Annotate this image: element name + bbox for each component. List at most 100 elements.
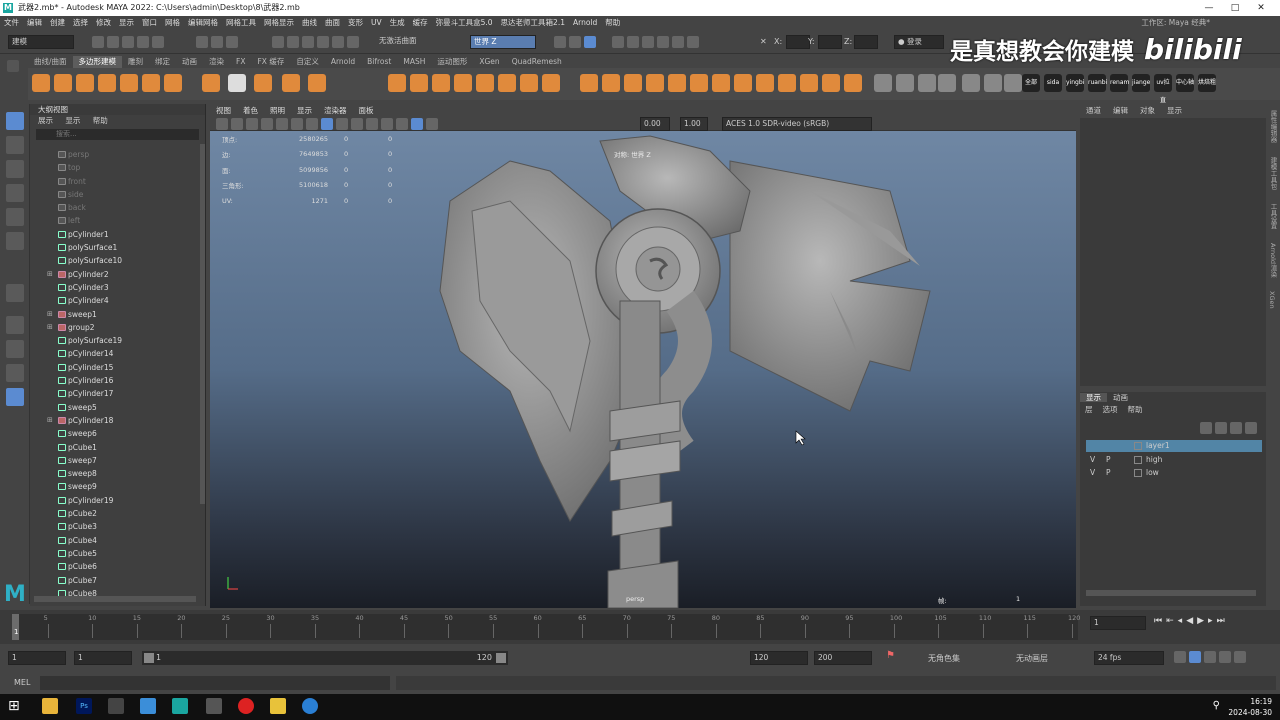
shelf-tab[interactable]: 多边形建模: [72, 56, 123, 68]
playback-end-field[interactable]: 120: [750, 651, 808, 665]
shelf-tool-icon[interactable]: [476, 74, 494, 92]
outliner-h-scrollbar[interactable]: [34, 596, 196, 602]
viewport-canvas[interactable]: 顶点: 2580265 0 0 边: 7649853 0 0 面: 5099856 0 0 三角形: 51…: [210, 131, 1076, 608]
x-field[interactable]: [786, 35, 810, 49]
expand-icon[interactable]: ⊞: [47, 268, 53, 281]
plugin-shelf-button[interactable]: uv拉直: [1154, 74, 1172, 104]
shelf-tool-icon[interactable]: [432, 74, 450, 92]
shelf-tool-icon[interactable]: [410, 74, 428, 92]
step-back-icon[interactable]: ◂: [1178, 616, 1187, 626]
outliner-item[interactable]: pCylinder14: [30, 347, 200, 360]
command-input[interactable]: [40, 676, 390, 690]
shelf-tab[interactable]: 绑定: [149, 56, 176, 68]
bookmark-icon[interactable]: [231, 118, 243, 130]
rotate-tool-icon[interactable]: [6, 208, 24, 226]
textured-icon[interactable]: [642, 36, 654, 48]
go-to-start-icon[interactable]: ⏮: [1154, 616, 1166, 626]
shadows-icon[interactable]: [672, 36, 684, 48]
outliner-item[interactable]: side: [30, 188, 200, 201]
anim-layer-dropdown[interactable]: 无动画层: [1016, 653, 1048, 664]
channel-menu-item[interactable]: 编辑: [1107, 104, 1134, 118]
outliner-menu-help[interactable]: 帮助: [93, 116, 108, 125]
menu-item[interactable]: 显示: [115, 16, 138, 30]
play-back-icon[interactable]: ◀: [1186, 616, 1197, 626]
outliner-item[interactable]: polySurface1: [30, 241, 200, 254]
range-slider[interactable]: 1 120: [142, 651, 508, 665]
plugin-shelf-button[interactable]: sida: [1044, 74, 1062, 92]
gamma-field[interactable]: 1.00: [680, 117, 708, 131]
smooth-shade-icon[interactable]: [336, 118, 348, 130]
shelf-menu-icon[interactable]: [7, 60, 19, 72]
anim-end-field[interactable]: 200: [814, 651, 872, 665]
outliner-item[interactable]: pCylinder3: [30, 281, 200, 294]
outliner-item[interactable]: pCube5: [30, 547, 200, 560]
menu-item[interactable]: 弥曼斗工具盒5.0: [432, 16, 497, 30]
snap-curve-icon[interactable]: [287, 36, 299, 48]
outliner-item[interactable]: top: [30, 161, 200, 174]
menu-item[interactable]: 网格显示: [260, 16, 298, 30]
outliner-item[interactable]: pCube3: [30, 520, 200, 533]
pause-icon[interactable]: [687, 36, 699, 48]
outliner-item[interactable]: pCube1: [30, 441, 200, 454]
viewport-menu-item[interactable]: 渲染器: [318, 104, 353, 117]
shelf-tool-icon[interactable]: [734, 74, 752, 92]
outliner-item[interactable]: pCube4: [30, 534, 200, 547]
viewport-menu-item[interactable]: 显示: [291, 104, 318, 117]
open-scene-icon[interactable]: [107, 36, 119, 48]
layer-color-swatch[interactable]: [1134, 469, 1142, 477]
expand-icon[interactable]: ⊞: [47, 308, 53, 321]
search-app-icon[interactable]: [302, 698, 318, 714]
outliner-item[interactable]: sweep8: [30, 467, 200, 480]
login-button[interactable]: ● 登录: [894, 35, 944, 49]
menu-item[interactable]: UV: [367, 16, 386, 30]
step-forward-icon[interactable]: ▸: [1208, 616, 1217, 626]
shelf-tab[interactable]: 曲线/曲面: [28, 56, 73, 68]
side-tab[interactable]: 属性编辑器: [1268, 110, 1278, 143]
shelf-tool-icon[interactable]: [454, 74, 472, 92]
outliner-item[interactable]: pCube6: [30, 560, 200, 573]
layer-playback-toggle[interactable]: P: [1106, 454, 1111, 466]
layer-h-scrollbar[interactable]: [1086, 590, 1256, 596]
shelf-tool-icon[interactable]: [690, 74, 708, 92]
shelf-tool-icon[interactable]: [1004, 74, 1022, 92]
character-icon[interactable]: [1219, 651, 1231, 663]
notes-icon[interactable]: [270, 698, 286, 714]
fps-dropdown[interactable]: 24 fps: [1094, 651, 1164, 665]
shelf-tool-icon[interactable]: [542, 74, 560, 92]
layer-row[interactable]: V Plow: [1086, 467, 1262, 479]
outliner-item[interactable]: front: [30, 175, 200, 188]
shadows-vp-icon[interactable]: [366, 118, 378, 130]
layer-tab-anim[interactable]: 动画: [1107, 393, 1134, 402]
menu-item[interactable]: 生成: [386, 16, 409, 30]
two-view-icon[interactable]: [6, 364, 24, 382]
maximize-button[interactable]: □: [1222, 0, 1248, 16]
plugin-shelf-button[interactable]: 烘焙粗: [1198, 74, 1216, 92]
snap-view-icon[interactable]: [317, 36, 329, 48]
playback-start-field[interactable]: 1: [74, 651, 132, 665]
outliner-item[interactable]: sweep9: [30, 480, 200, 493]
viewport-menu-item[interactable]: 面板: [353, 104, 380, 117]
shelf-tab[interactable]: 渲染: [203, 56, 230, 68]
snap-grid-icon[interactable]: [272, 36, 284, 48]
app-icon-2[interactable]: [206, 698, 222, 714]
shelf-tool-icon[interactable]: [54, 74, 72, 92]
menu-item[interactable]: 编辑: [23, 16, 46, 30]
layer-color-swatch[interactable]: [1134, 442, 1142, 450]
snap-live-icon[interactable]: [347, 36, 359, 48]
shaded-icon[interactable]: [627, 36, 639, 48]
shelf-tool-icon[interactable]: [202, 74, 220, 92]
mel-label[interactable]: MEL: [14, 678, 30, 687]
shelf-tool-icon[interactable]: [918, 74, 936, 92]
range-end-handle[interactable]: [496, 653, 506, 663]
select-component-icon[interactable]: [226, 36, 238, 48]
lasso-tool-icon[interactable]: [6, 136, 24, 154]
layer-playback-toggle[interactable]: P: [1106, 467, 1111, 479]
menu-item[interactable]: 曲线: [298, 16, 321, 30]
file-explorer-icon[interactable]: [42, 698, 58, 714]
render-settings-icon[interactable]: [584, 36, 596, 48]
resolution-gate-icon[interactable]: [291, 118, 303, 130]
menu-item[interactable]: 编辑网格: [184, 16, 222, 30]
shelf-tool-icon[interactable]: [308, 74, 326, 92]
shelf-tool-icon[interactable]: [800, 74, 818, 92]
shelf-tab[interactable]: Bifrost: [361, 56, 397, 68]
